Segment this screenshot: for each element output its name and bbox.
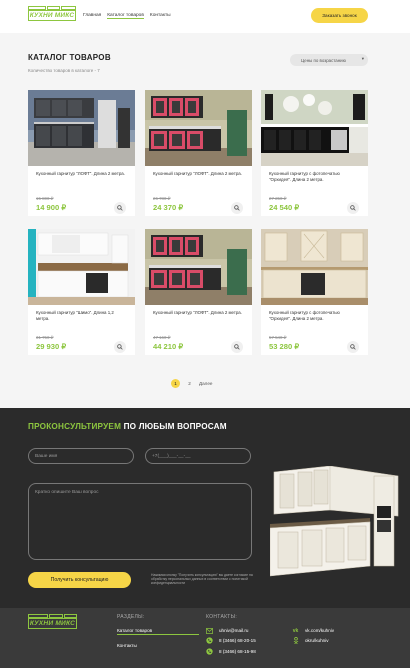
chevron-down-icon: ▾ xyxy=(361,56,364,61)
next-page-button[interactable]: Далее xyxy=(199,381,212,386)
product-image[interactable] xyxy=(261,90,368,166)
product-count: Количество товаров в каталоге - 7 xyxy=(28,68,100,73)
contact-vk[interactable]: vk vk.com/kuhniv xyxy=(292,627,334,634)
site-footer: КУХНИ МИКС РАЗДЕЛЫ: Каталог товаров Конт… xyxy=(0,608,410,668)
page-1-button[interactable]: 1 xyxy=(171,379,180,388)
phone-icon xyxy=(206,637,213,644)
product-image[interactable] xyxy=(145,229,252,305)
product-image[interactable] xyxy=(145,90,252,166)
product-name: Кухонный гарнитур с фотопечатью "Орхидея… xyxy=(269,310,340,321)
main-nav: Главная Каталог товаров Контакты xyxy=(83,13,171,19)
product-price: 29 930 ₽ xyxy=(36,342,67,351)
search-icon[interactable] xyxy=(231,341,243,353)
consultation-title: ПРОКОНСУЛЬТИРУЕМ ПО ЛЮБЫМ ВОПРОСАМ xyxy=(28,422,227,431)
search-icon[interactable] xyxy=(114,202,126,214)
product-old-price: 27 250 ₽ xyxy=(269,196,287,201)
product-card[interactable]: Кухонный гарнитур "Шимо". Длина 1,2 метр… xyxy=(28,229,135,355)
ok-icon xyxy=(292,637,299,644)
product-card[interactable]: Кухонный гарнитур "ЛОФТ". Длина 2 метра.… xyxy=(28,90,135,216)
product-price: 24 370 ₽ xyxy=(153,203,184,212)
product-old-price: 15 800 ₽ xyxy=(36,196,54,201)
product-price: 53 280 ₽ xyxy=(269,342,300,351)
contact-ok[interactable]: okru/kuhniv xyxy=(292,637,329,644)
name-input[interactable]: Ваше имя xyxy=(28,448,134,464)
sort-dropdown[interactable]: Цены по возрастанию ▾ xyxy=(290,54,368,66)
phone-icon xyxy=(206,648,213,655)
footer-link-contacts[interactable]: Контакты xyxy=(117,643,137,648)
call-request-button[interactable]: Заказать звонок xyxy=(311,8,368,23)
phone-input[interactable]: +7(___)___-__-__ xyxy=(145,448,251,464)
contacts-title: КОНТАКТЫ: xyxy=(206,614,238,620)
product-name: Кухонный гарнитур "ЛОФТ". Длина 2 метра. xyxy=(153,171,242,176)
product-price: 14 900 ₽ xyxy=(36,203,67,212)
page-title: КАТАЛОГ ТОВАРОВ xyxy=(28,53,111,62)
site-header: КУХНИ МИКС Главная Каталог товаров Конта… xyxy=(0,0,410,33)
product-name: Кухонный гарнитур с фотопечатью "Орхидея… xyxy=(269,171,340,182)
product-image[interactable] xyxy=(28,229,135,305)
get-consultation-button[interactable]: Получить консультацию xyxy=(28,572,131,588)
product-old-price: 26 780 ₽ xyxy=(153,196,171,201)
nav-item-home[interactable]: Главная xyxy=(83,13,101,19)
footer-logo[interactable]: КУХНИ МИКС xyxy=(28,614,77,629)
product-card[interactable]: Кухонный гарнитур "ЛОФТ". Длина 2 метра.… xyxy=(145,229,252,355)
sections-title: РАЗДЕЛЫ: xyxy=(117,614,145,620)
product-card[interactable]: Кухонный гарнитур с фотопечатью "Орхидея… xyxy=(261,90,368,216)
search-icon[interactable] xyxy=(231,202,243,214)
contact-phone-2[interactable]: 8 (3466) 68-15-98 xyxy=(206,648,256,655)
nav-item-contacts[interactable]: Контакты xyxy=(150,13,171,19)
product-name: Кухонный гарнитур "ЛОФТ". Длина 2 метра. xyxy=(153,310,242,315)
product-card[interactable]: Кухонный гарнитур "ЛОФТ". Длина 2 метра.… xyxy=(145,90,252,216)
kitchen-image xyxy=(270,466,402,582)
search-icon[interactable] xyxy=(347,341,359,353)
mail-icon xyxy=(206,627,213,634)
consultation-section: ПРОКОНСУЛЬТИРУЕМ ПО ЛЮБЫМ ВОПРОСАМ Ваше … xyxy=(0,408,410,608)
logo[interactable]: КУХНИ МИКС xyxy=(28,6,76,21)
catalog-underline xyxy=(117,634,199,635)
logo-text: КУХНИ МИКС xyxy=(28,10,76,21)
search-icon[interactable] xyxy=(114,341,126,353)
footer-link-catalog[interactable]: Каталог товаров xyxy=(117,628,152,633)
privacy-disclaimer: Нажимая кнопку "Получить консультацию" в… xyxy=(151,573,253,586)
product-price: 44 210 ₽ xyxy=(153,342,184,351)
product-name: Кухонный гарнитур "ЛОФТ". Длина 2 метра. xyxy=(36,171,125,176)
product-old-price: 57 540 ₽ xyxy=(269,335,287,340)
product-old-price: 47 160 ₽ xyxy=(153,335,171,340)
product-card[interactable]: Кухонный гарнитур с фотопечатью "Орхидея… xyxy=(261,229,368,355)
contact-phone-1[interactable]: 8 (3466) 68-20-15 xyxy=(206,637,256,644)
question-textarea[interactable]: Кратко опишите Ваш вопрос xyxy=(28,483,252,560)
product-image[interactable] xyxy=(261,229,368,305)
product-old-price: 31 750 ₽ xyxy=(36,335,54,340)
product-image[interactable] xyxy=(28,90,135,166)
nav-item-catalog[interactable]: Каталог товаров xyxy=(107,13,144,19)
vk-icon: vk xyxy=(292,627,299,634)
product-price: 24 540 ₽ xyxy=(269,203,300,212)
pagination: 1 2 Далее xyxy=(171,379,212,388)
page-2-button[interactable]: 2 xyxy=(185,379,194,388)
logo-text: КУХНИ МИКС xyxy=(28,618,77,629)
search-icon[interactable] xyxy=(347,202,359,214)
contact-email[interactable]: uhniv@mail.ru xyxy=(206,627,248,634)
sort-label: Цены по возрастанию xyxy=(301,57,346,63)
product-name: Кухонный гарнитур "Шимо". Длина 1,2 метр… xyxy=(36,310,114,321)
